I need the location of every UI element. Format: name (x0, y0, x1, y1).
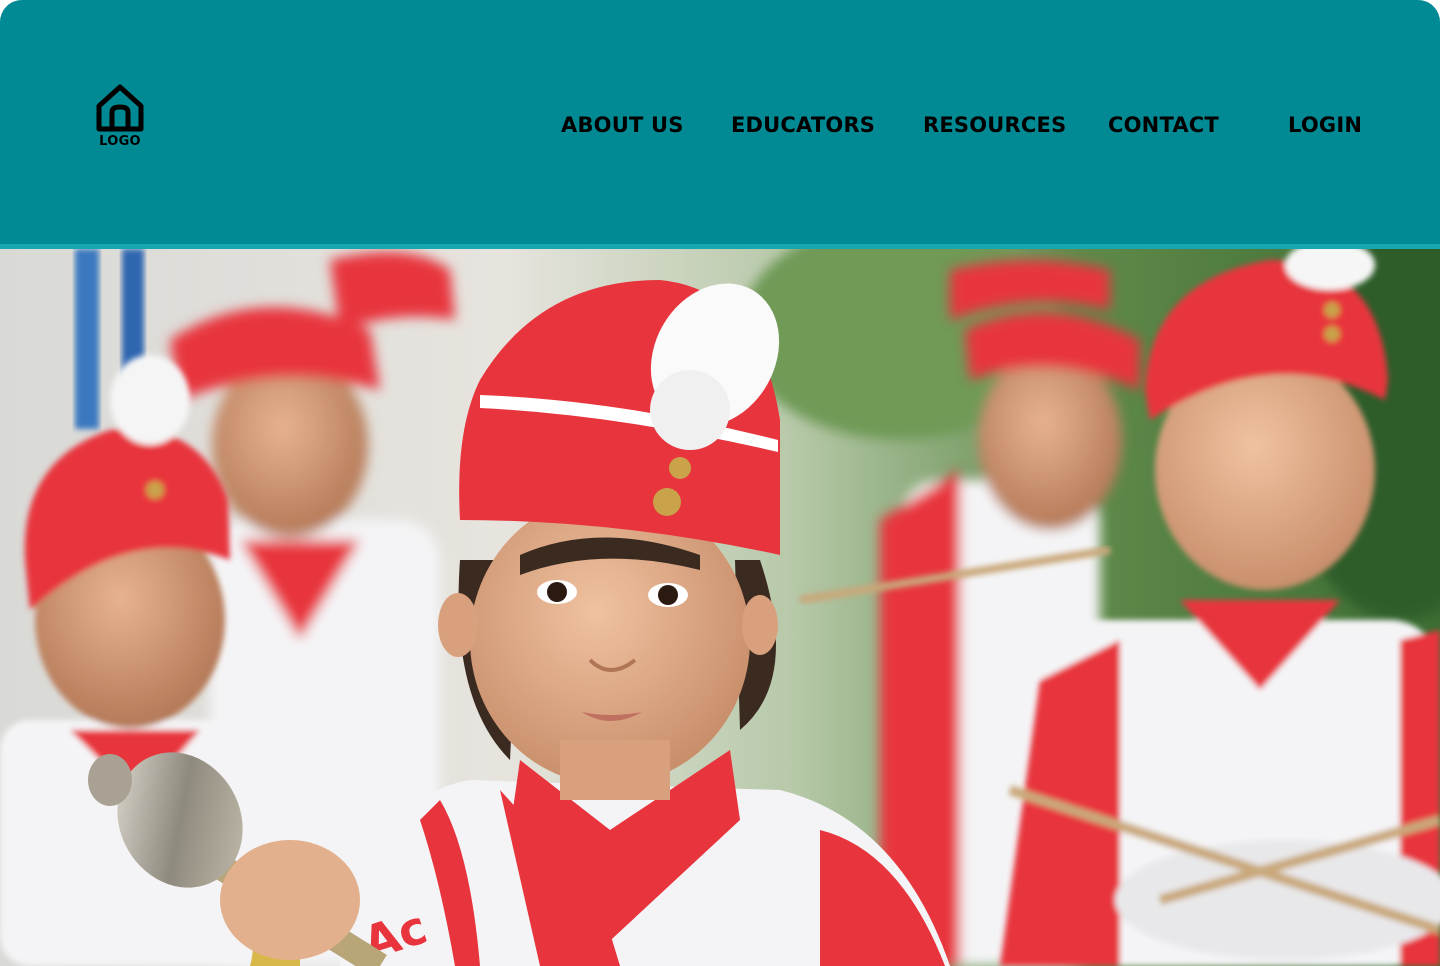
nav-resources[interactable]: RESOURCES (923, 108, 1066, 142)
page-frame: LOGO ABOUT US EDUCATORS RESOURCES CONTAC… (0, 0, 1440, 966)
site-header: LOGO ABOUT US EDUCATORS RESOURCES CONTAC… (0, 0, 1440, 244)
logo-link[interactable]: LOGO (92, 82, 148, 154)
nav-contact[interactable]: CONTACT (1108, 108, 1219, 142)
nav-login[interactable]: LOGIN (1288, 108, 1362, 142)
hero-photo: Ac (0, 249, 1440, 966)
nav-about-us[interactable]: ABOUT US (561, 108, 684, 142)
nav-educators[interactable]: EDUCATORS (731, 108, 875, 142)
home-icon (96, 84, 144, 132)
hero-image: Ac (0, 249, 1440, 966)
logo-label: LOGO (99, 134, 141, 149)
